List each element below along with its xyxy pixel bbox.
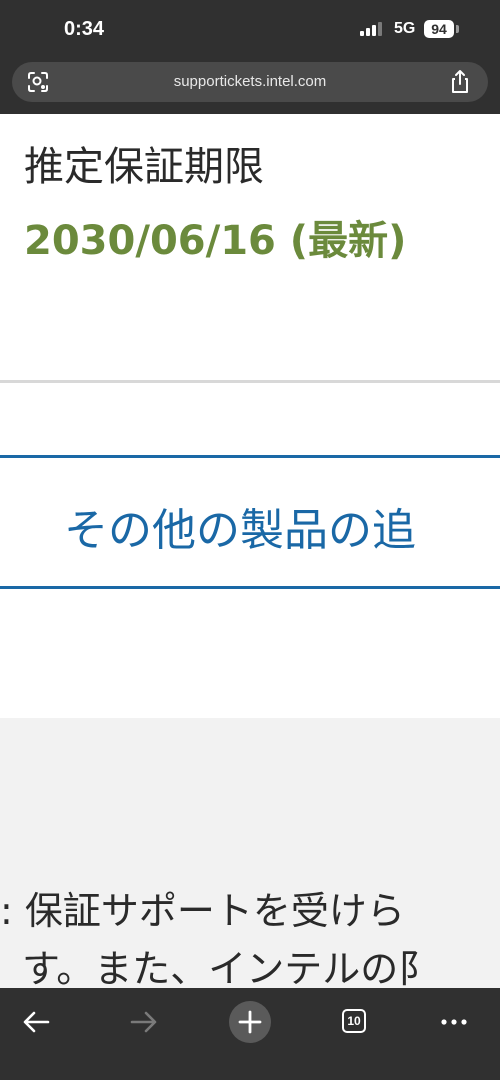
tabs-button[interactable]: 10 [328,996,380,1048]
signal-icon [360,22,382,36]
url-text[interactable]: supportickets.intel.com [12,73,488,90]
battery-tip [456,25,459,33]
forward-button[interactable] [118,996,170,1048]
address-bar[interactable]: supportickets.intel.com [12,62,488,102]
warranty-expiry-label: 推定保証期限 [24,144,264,190]
back-arrow-icon [23,1011,50,1033]
more-dots-icon [441,1019,467,1025]
footer-notice-line-2: す。また、インテルの阝 [22,947,437,988]
warranty-expiry-date: 2030/06/16 (最新) [24,218,407,264]
more-menu-button[interactable] [428,996,480,1048]
page-content: 推定保証期限 2030/06/16 (最新) その他の製品の追 : 保証サポート… [0,114,500,988]
back-button[interactable] [12,996,64,1048]
add-products-button[interactable]: その他の製品の追 [0,455,500,589]
battery-level: 94 [431,21,447,37]
divider [0,380,500,383]
browser-toolbar: 10 [0,988,500,1080]
plus-icon [229,1001,271,1043]
forward-arrow-icon [130,1011,157,1033]
new-tab-button[interactable] [224,996,276,1048]
share-icon[interactable] [448,69,472,95]
browser-header: supportickets.intel.com [0,58,500,114]
footer-notice-line-1: : 保証サポートを受けら [0,889,405,933]
battery-icon: 94 [424,20,454,38]
footer-notice: : 保証サポートを受けら す。また、インテルの阝 [0,718,500,988]
status-bar: 0:34 5G 94 [0,0,500,58]
network-type: 5G [394,20,416,37]
tab-count-icon: 10 [342,1009,366,1033]
add-products-label: その他の製品の追 [64,505,416,556]
status-time: 0:34 [64,18,105,40]
